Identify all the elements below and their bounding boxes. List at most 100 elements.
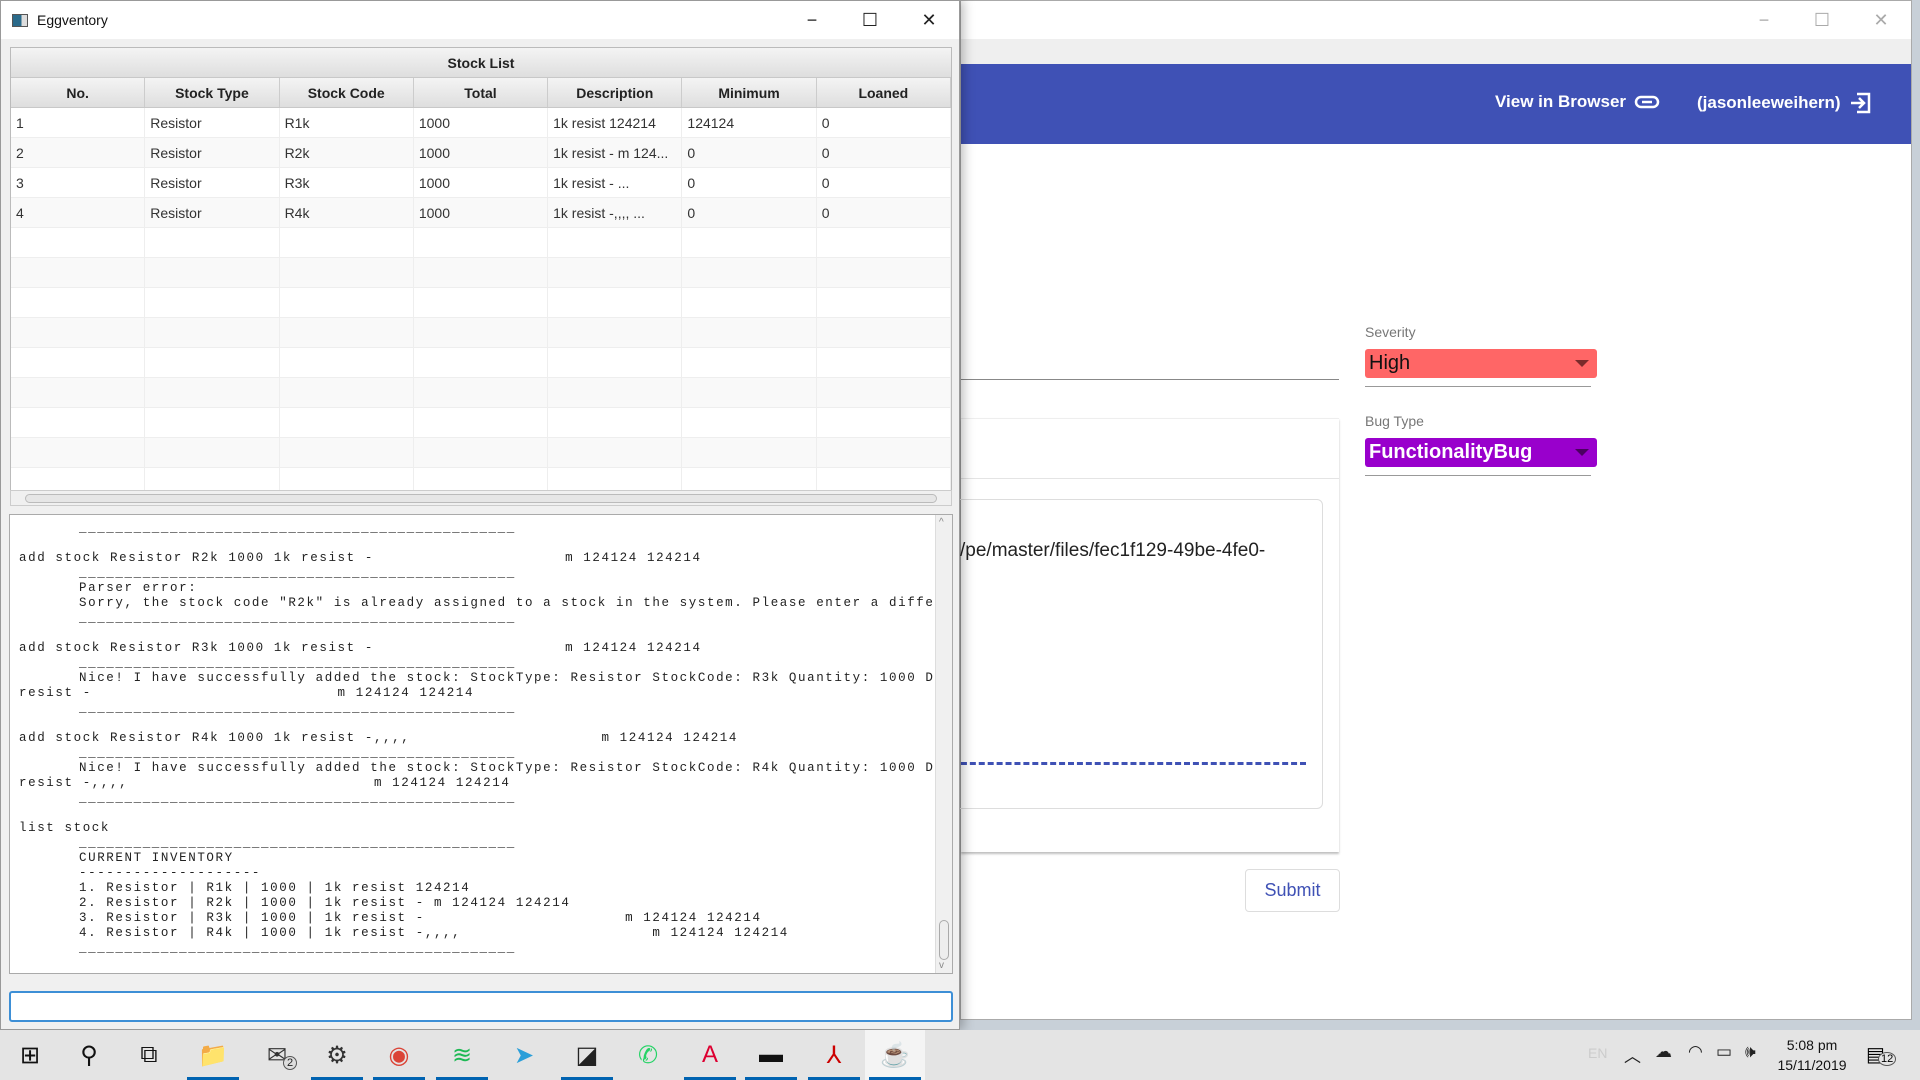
column-header[interactable]: Total — [414, 78, 549, 107]
maximize-button[interactable]: ☐ — [841, 1, 899, 39]
title-bar[interactable]: Eggventory − ☐ ✕ — [1, 1, 959, 39]
empty-row[interactable] — [11, 378, 951, 408]
title-field-underline[interactable] — [961, 379, 1339, 380]
bug-type-label: Bug Type — [1365, 413, 1424, 429]
taskbar-java[interactable]: ☕ — [865, 1030, 925, 1080]
taskbar-start[interactable]: ⊞ — [0, 1030, 60, 1080]
empty-row[interactable] — [11, 228, 951, 258]
empty-row[interactable] — [11, 258, 951, 288]
view-in-browser-label: View in Browser — [1495, 92, 1627, 111]
taskbar-telegram[interactable]: ➤ — [494, 1030, 554, 1080]
table-cell — [414, 438, 549, 467]
table-row[interactable]: 1 Resistor R1k 1000 1k resist 124214 124124 0 — [11, 108, 951, 138]
table-cell — [11, 288, 146, 317]
table-cell — [11, 408, 146, 437]
username-label: (jasonleeweihern) — [1697, 93, 1841, 112]
eggventory-window: Eggventory − ☐ ✕ Stock List No. Stock Typ… — [0, 0, 960, 1030]
description-text: /pe/master/files/fec1f129-49be-4fe0- — [960, 540, 1266, 561]
dropdown-caret-icon — [1575, 360, 1589, 367]
taskbar-terminal[interactable]: ▬ — [741, 1030, 801, 1080]
scroll-up-icon[interactable]: ^ — [939, 517, 944, 528]
column-header[interactable]: Description — [548, 78, 683, 107]
table-row[interactable]: 3 Resistor R3k 1000 1k resist - ... 0 0 — [11, 168, 951, 198]
table-cell: 4 — [11, 198, 146, 227]
table-row[interactable]: 2 Resistor R2k 1000 1k resist - m 124... 0 0 — [11, 138, 951, 168]
taskbar-search[interactable]: ⚲ — [59, 1030, 119, 1080]
column-header[interactable]: Loaned — [817, 78, 951, 107]
clock[interactable]: 5:08 pm 15/11/2019 — [1772, 1035, 1852, 1075]
taskbar-sticky-notes[interactable]: ◪ — [557, 1030, 617, 1080]
table-cell — [682, 348, 817, 377]
empty-row[interactable] — [11, 288, 951, 318]
scroll-down-icon[interactable]: v — [939, 960, 944, 971]
table-cell — [548, 288, 683, 317]
table-cell — [280, 408, 414, 437]
table-cell — [11, 318, 146, 347]
taskbar-mail[interactable]: ✉ 2 — [247, 1030, 307, 1080]
submit-button[interactable]: Submit — [1245, 869, 1340, 912]
taskbar-settings[interactable]: ⚙ — [307, 1030, 367, 1080]
table-cell — [817, 288, 951, 317]
scrollbar-thumb[interactable] — [939, 920, 949, 960]
title-bar[interactable]: − ☐ ✕ — [961, 1, 1911, 39]
maximize-button[interactable]: ☐ — [1793, 1, 1851, 39]
console-line: ________________________________________… — [19, 791, 516, 805]
empty-row[interactable] — [11, 438, 951, 468]
column-header[interactable]: No. — [11, 78, 146, 107]
table-cell — [548, 438, 683, 467]
vertical-scrollbar[interactable]: ^ v — [935, 515, 952, 973]
table-cell: 1 — [11, 108, 146, 137]
description-editor[interactable]: /pe/master/files/fec1f129-49be-4fe0- — [951, 499, 1323, 809]
command-input[interactable] — [9, 991, 953, 1022]
bug-type-select[interactable]: FunctionalityBug — [1365, 438, 1597, 467]
table-row[interactable]: 4 Resistor R4k 1000 1k resist -,,,, ... 0 0 — [11, 198, 951, 228]
severity-select[interactable]: High — [1365, 349, 1597, 378]
battery-icon[interactable]: ▭ — [1716, 1042, 1732, 1062]
wifi-icon[interactable]: ◠ — [1688, 1042, 1703, 1062]
scrollbar-thumb[interactable] — [25, 494, 937, 503]
view-in-browser-link[interactable]: View in Browser — [1495, 92, 1660, 112]
whatsapp-icon: ✆ — [637, 1041, 659, 1069]
minimize-button[interactable]: − — [1735, 1, 1793, 39]
taskbar-task-view[interactable]: ⧉ — [119, 1030, 179, 1080]
column-header[interactable]: Minimum — [682, 78, 817, 107]
terminal-icon: ▬ — [759, 1041, 783, 1068]
minimize-button[interactable]: − — [783, 1, 841, 39]
logout-link[interactable]: (jasonleeweihern) — [1697, 92, 1871, 114]
table-body: 1 Resistor R1k 1000 1k resist 124214 124124 0 2… — [11, 108, 951, 494]
table-cell — [11, 378, 146, 407]
table-cell — [682, 288, 817, 317]
empty-row[interactable] — [11, 408, 951, 438]
notification-count: 12 — [1878, 1052, 1897, 1066]
table-cell — [145, 258, 280, 287]
card-toolbar — [961, 419, 1339, 479]
column-header[interactable]: Stock Code — [280, 78, 414, 107]
horizontal-scrollbar[interactable] — [10, 490, 952, 506]
taskbar-acrobat[interactable]: ⅄ — [804, 1030, 864, 1080]
column-header[interactable]: Stock Type — [145, 78, 280, 107]
table-cell — [280, 318, 414, 347]
empty-row[interactable] — [11, 318, 951, 348]
table-cell: Resistor — [145, 198, 280, 227]
taskbar-whatsapp[interactable]: ✆ — [618, 1030, 678, 1080]
notification-center-icon[interactable]: ▤ 12 — [1866, 1042, 1897, 1068]
close-button[interactable]: ✕ — [900, 1, 958, 39]
language-indicator[interactable]: EN — [1588, 1045, 1607, 1061]
console-line: ________________________________________… — [19, 566, 516, 580]
close-button[interactable]: ✕ — [1852, 1, 1910, 39]
table-cell: 1k resist - m 124... — [548, 138, 683, 167]
taskbar-angular[interactable]: A — [680, 1030, 740, 1080]
dropdown-caret-icon — [1575, 449, 1589, 456]
table-cell — [145, 318, 280, 347]
volume-icon[interactable]: 🕪 — [1745, 1042, 1756, 1062]
table-cell — [145, 228, 280, 257]
table-cell — [280, 258, 414, 287]
onedrive-icon[interactable]: ☁ — [1655, 1042, 1672, 1062]
taskbar-file-explorer[interactable]: 📁 — [183, 1030, 243, 1080]
table-cell: 0 — [682, 138, 817, 167]
taskbar-spotify[interactable]: ≋ — [432, 1030, 492, 1080]
taskbar-chrome[interactable]: ◉ — [369, 1030, 429, 1080]
empty-row[interactable] — [11, 348, 951, 378]
chevron-up-icon[interactable]: ︿ — [1624, 1042, 1641, 1067]
